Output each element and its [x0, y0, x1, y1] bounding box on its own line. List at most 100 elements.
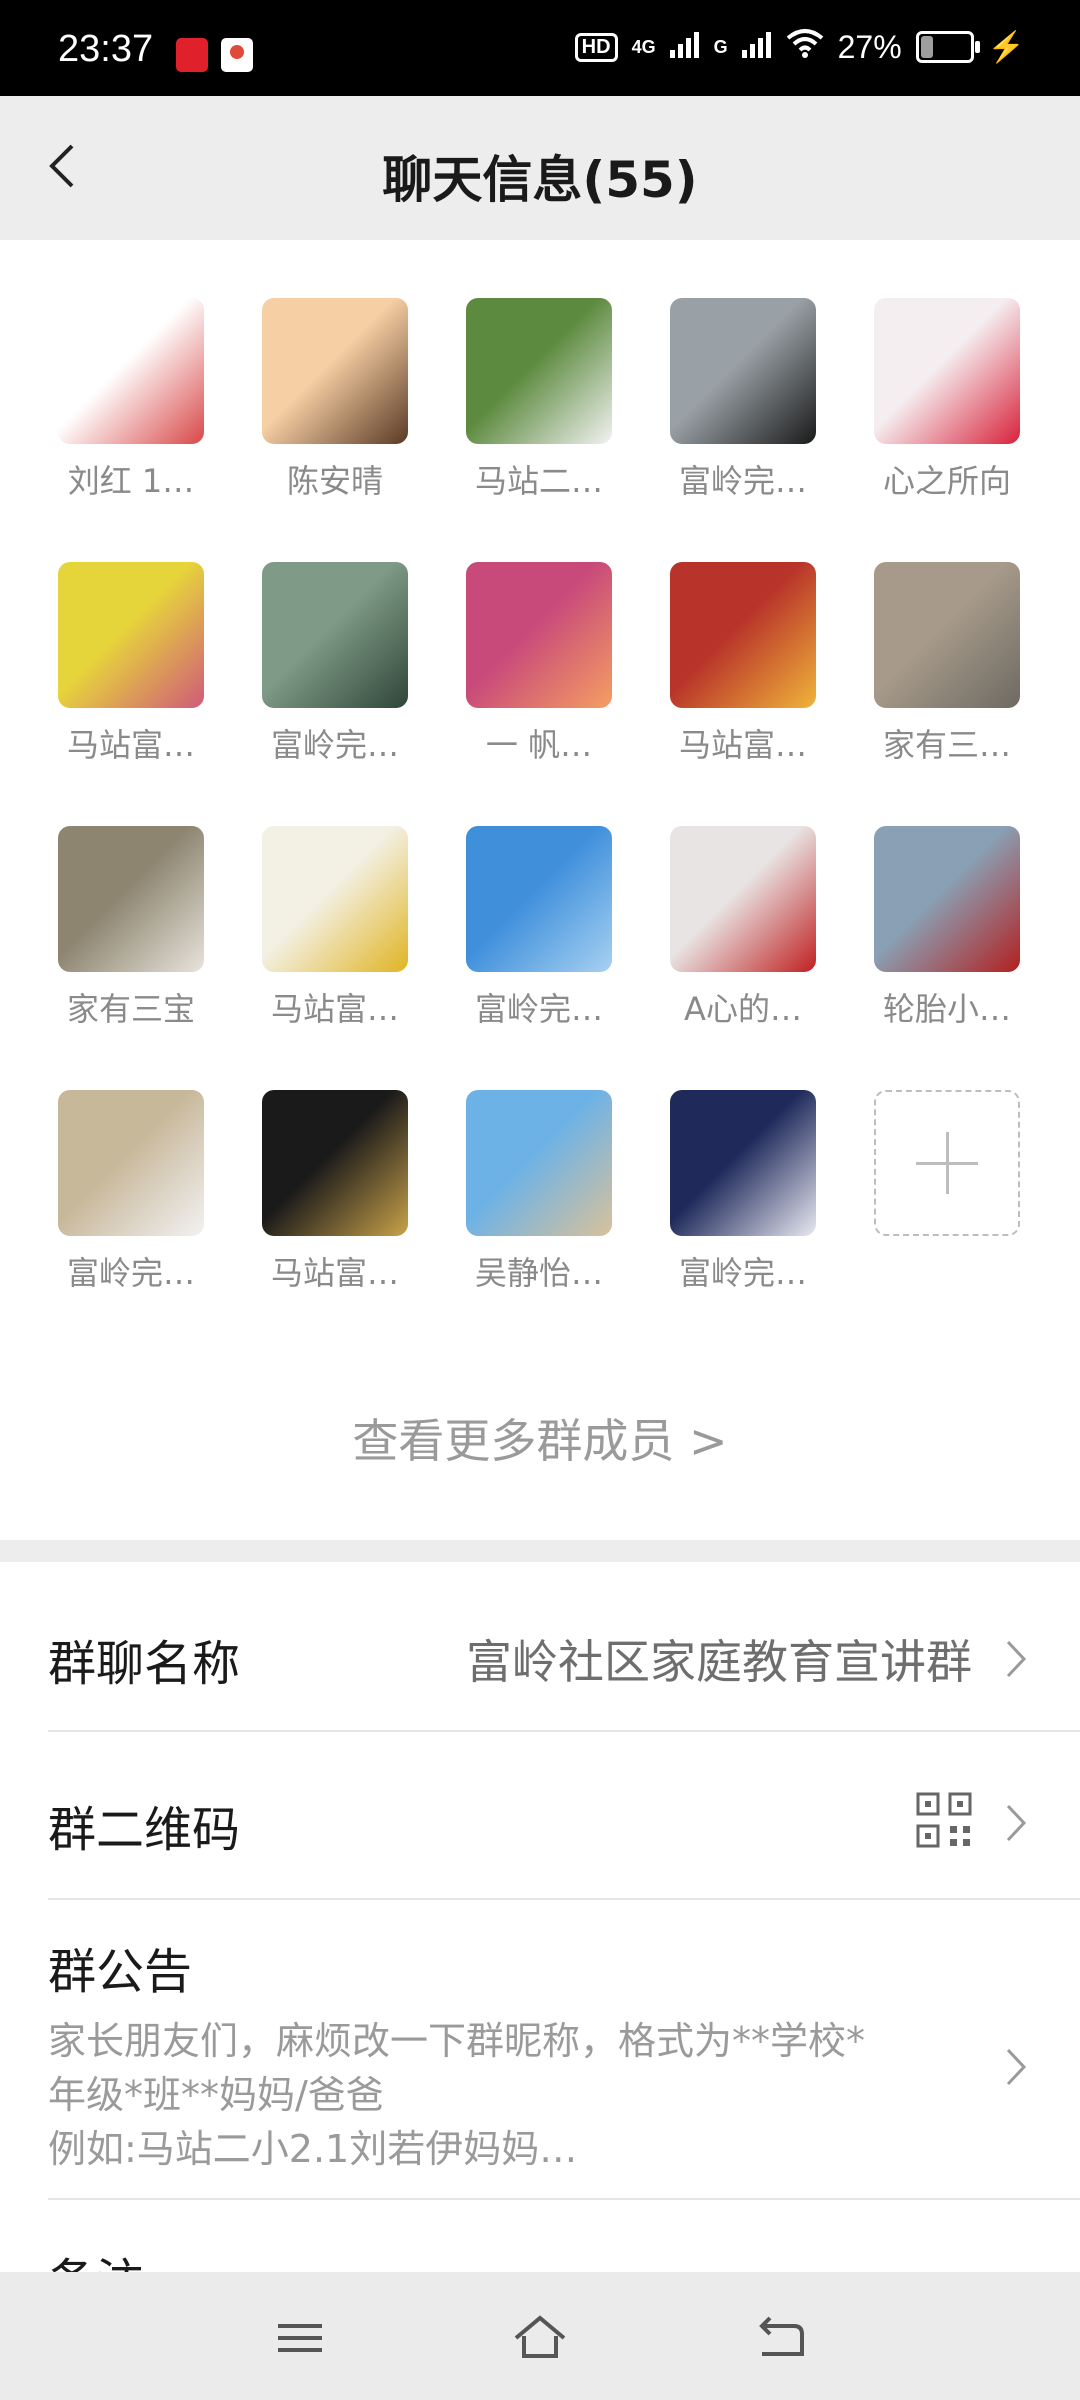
member-name: 马站富…	[270, 990, 399, 1028]
member-name: A心的…	[684, 990, 802, 1028]
group-qr-label: 群二维码	[48, 1802, 241, 1858]
member-item[interactable]: 富岭完…	[262, 562, 408, 766]
member-item[interactable]: 一 帆…	[466, 562, 612, 766]
avatar	[466, 826, 612, 972]
page-title: 聊天信息(55)	[382, 151, 698, 209]
notice-line: 家长朋友们，麻烦改一下群昵称，格式为**学校*	[48, 2019, 866, 2063]
member-item[interactable]: 马站富…	[58, 562, 204, 766]
notice-line: 例如:马站二小2.1刘若伊妈妈…	[48, 2127, 578, 2171]
member-item[interactable]: 家有三…	[874, 562, 1020, 766]
member-item[interactable]: 富岭完…	[466, 826, 612, 1030]
member-item[interactable]: 富岭完…	[58, 1090, 204, 1294]
chevron-right-icon	[1006, 1640, 1027, 1678]
member-item[interactable]: 陈安晴	[262, 298, 408, 502]
avatar	[58, 298, 204, 444]
avatar	[670, 826, 816, 972]
member-name: 家有三宝	[66, 990, 195, 1028]
member-name: 吴静怡…	[474, 1254, 603, 1292]
group-qr-row[interactable]: 群二维码	[48, 1790, 1080, 1860]
member-item[interactable]: 吴静怡…	[466, 1090, 612, 1294]
member-name: 马站富…	[66, 726, 195, 764]
avatar	[262, 298, 408, 444]
member-name: 马站富…	[270, 1254, 399, 1292]
hd-icon: HD	[574, 32, 618, 62]
member-item[interactable]: 轮胎小…	[874, 826, 1020, 1030]
battery-percent: 27%	[837, 28, 902, 65]
signal-bars-2-icon	[741, 29, 772, 66]
avatar	[874, 826, 1020, 972]
group-notice-preview: 家长朋友们，麻烦改一下群昵称，格式为**学校* 年级*班**妈妈/爸爸 例如:马…	[48, 2014, 968, 2176]
avatar	[466, 298, 612, 444]
remark-label: 备注	[48, 2254, 144, 2272]
status-time: 23:37	[58, 28, 154, 70]
member-name: 家有三…	[882, 726, 1011, 764]
member-name: 心之所向	[882, 462, 1011, 500]
avatar	[262, 562, 408, 708]
avatar	[874, 562, 1020, 708]
battery-icon	[915, 31, 980, 63]
group-name-row[interactable]: 群聊名称 富岭社区家庭教育宣讲群	[48, 1624, 1080, 1694]
group-name-value: 富岭社区家庭教育宣讲群	[466, 1635, 972, 1689]
member-name: 陈安晴	[286, 462, 383, 500]
signal-g-icon: G	[713, 37, 728, 57]
charging-icon: ⚡	[987, 30, 1025, 64]
notification-map-icon	[221, 38, 253, 72]
menu-icon[interactable]	[270, 2310, 330, 2366]
status-indicators: HD 4G G 27% ⚡	[574, 28, 1025, 66]
member-name: 富岭完…	[678, 1254, 807, 1292]
member-name: 马站富…	[678, 726, 807, 764]
member-item[interactable]: 刘红 1…	[58, 298, 204, 502]
plus-icon	[874, 1090, 1020, 1236]
member-item[interactable]: 家有三宝	[58, 826, 204, 1030]
avatar	[670, 1090, 816, 1236]
view-more-members-link[interactable]: 查看更多群成员 >	[0, 1405, 1080, 1471]
add-member-button[interactable]	[874, 1090, 1020, 1236]
status-bar: 23:37 HD 4G G 27% ⚡	[0, 0, 1080, 96]
member-name: 一 帆…	[485, 726, 593, 764]
divider	[48, 1898, 1080, 1900]
member-name: 刘红 1…	[67, 462, 195, 500]
system-nav-bar	[0, 2272, 1080, 2400]
divider	[48, 1730, 1080, 1732]
avatar	[874, 298, 1020, 444]
chevron-right-icon	[1006, 1804, 1027, 1842]
avatar	[670, 562, 816, 708]
member-item[interactable]: 马站富…	[262, 1090, 408, 1294]
title-bar: 聊天信息(55)	[0, 96, 1080, 240]
avatar	[466, 1090, 612, 1236]
remark-row[interactable]: 备注	[48, 2242, 1080, 2272]
member-item[interactable]: 心之所向	[874, 298, 1020, 502]
avatar	[58, 562, 204, 708]
avatar	[466, 562, 612, 708]
settings-list: 群聊名称 富岭社区家庭教育宣讲群 群二维码 群公告 家长朋友们，麻烦改一下群昵称…	[0, 1562, 1080, 2272]
chevron-right-icon	[1006, 2048, 1027, 2086]
member-item[interactable]: 富岭完…	[670, 1090, 816, 1294]
member-item[interactable]: 马站富…	[670, 562, 816, 766]
notice-line: 年级*班**妈妈/爸爸	[48, 2073, 384, 2117]
member-name: 马站二…	[474, 462, 603, 500]
home-icon[interactable]	[510, 2310, 570, 2366]
member-name: 轮胎小…	[882, 990, 1011, 1028]
signal-4g-icon: 4G	[631, 37, 656, 57]
wifi-icon	[786, 28, 824, 66]
member-name: 富岭完…	[678, 462, 807, 500]
member-item[interactable]: 马站富…	[262, 826, 408, 1030]
group-notice-label: 群公告	[48, 1944, 193, 2000]
member-name: 富岭完…	[474, 990, 603, 1028]
member-item[interactable]: 富岭完…	[670, 298, 816, 502]
avatar	[58, 826, 204, 972]
member-name: 富岭完…	[66, 1254, 195, 1292]
member-section: 刘红 1… 陈安晴 马站二… 富岭完… 心之所向马站富… 富岭完… 一 帆… 马站富… 家有三……	[0, 240, 1080, 1540]
avatar	[262, 1090, 408, 1236]
divider	[48, 2198, 1080, 2200]
back-arrow-icon[interactable]	[750, 2310, 810, 2366]
member-item[interactable]: A心的…	[670, 826, 816, 1030]
avatar	[670, 298, 816, 444]
group-name-label: 群聊名称	[48, 1636, 241, 1692]
signal-bars-icon	[669, 29, 700, 66]
group-notice-row[interactable]: 群公告 家长朋友们，麻烦改一下群昵称，格式为**学校* 年级*班**妈妈/爸爸 …	[48, 1932, 1080, 2176]
member-item[interactable]: 马站二…	[466, 298, 612, 502]
qr-code-icon	[916, 1792, 972, 1848]
avatar	[262, 826, 408, 972]
notification-app-icon	[176, 38, 208, 72]
